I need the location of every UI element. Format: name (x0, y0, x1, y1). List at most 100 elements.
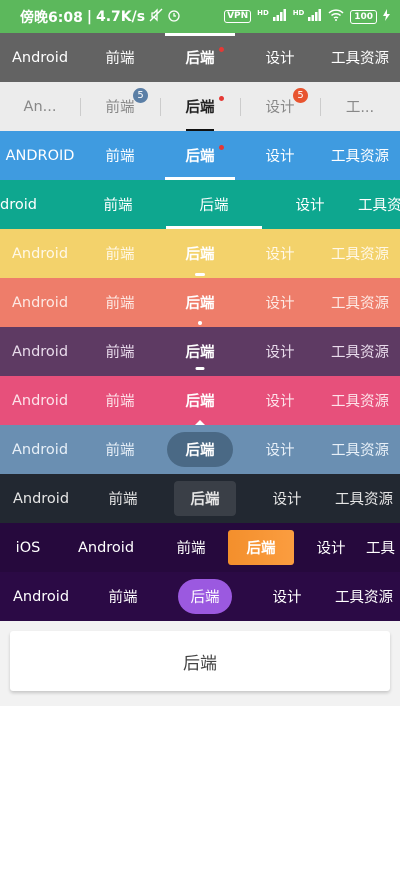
tab-tools[interactable]: 工具资源 (320, 376, 400, 425)
tab-backend[interactable]: 后端 (160, 33, 240, 82)
tab-design[interactable]: 设计 (240, 376, 320, 425)
tab-label: 设计 (265, 247, 295, 263)
tab-backend[interactable]: 后端 (160, 131, 240, 180)
tab-tools[interactable]: 工具资源 (320, 229, 400, 278)
wifi-icon (328, 9, 344, 24)
tab-android[interactable]: An... (0, 82, 80, 131)
tab-tools[interactable]: 工... (320, 82, 400, 131)
tab-android[interactable]: Android (0, 229, 80, 278)
tab-label: 前端 (108, 590, 138, 606)
tab-label: Android (77, 539, 135, 556)
tab-android[interactable]: Android (0, 474, 82, 523)
tab-frontend[interactable]: 前端 (80, 229, 160, 278)
tab-android[interactable]: droid (0, 180, 70, 229)
tab-frontend[interactable]: 前端 (70, 180, 166, 229)
tab-label: 前端 (105, 100, 135, 116)
tab-label: droid (0, 196, 37, 213)
tab-tools[interactable]: 工具资 (358, 180, 400, 229)
tab-label: 前端 (103, 198, 133, 214)
status-bar: 傍晚6:08 | 4.7K/s VPN HD HD 100 (0, 0, 400, 33)
tab-design[interactable]: 设计 (240, 33, 320, 82)
tab-backend[interactable]: 后端 (160, 229, 240, 278)
tab-tools[interactable]: 工具 (366, 523, 400, 572)
tab-label: 后端 (185, 443, 215, 459)
tab-design[interactable]: 设计 (262, 180, 358, 229)
mute-icon (149, 7, 163, 26)
tab-frontend[interactable]: 前端 5 (80, 82, 160, 131)
tab-design[interactable]: 设计 (296, 523, 366, 572)
tab-label: 工具资源 (335, 590, 393, 606)
tab-frontend[interactable]: 前端 (80, 376, 160, 425)
tab-label: 工具资源 (331, 443, 389, 459)
tab-label: 后端 (185, 345, 215, 361)
tab-label: 工具 (366, 541, 395, 557)
tab-backend[interactable]: 后端 (226, 523, 296, 572)
tab-label: 前端 (105, 51, 135, 67)
tab-bar-style-8: Android 前端 后端 设计 工具资源 (0, 376, 400, 425)
tab-tools[interactable]: 工具资源 (328, 572, 400, 621)
tab-design[interactable]: 设计 (240, 327, 320, 376)
tab-frontend[interactable]: 前端 (82, 474, 164, 523)
tab-design[interactable]: 设计 (240, 278, 320, 327)
tab-backend[interactable]: 后端 (160, 425, 240, 474)
tab-design[interactable]: 设计 (240, 425, 320, 474)
status-separator: | (86, 8, 92, 25)
tab-bar-style-1: Android 前端 后端 设计 工具资源 (0, 33, 400, 82)
tab-android[interactable]: Android (0, 572, 82, 621)
tab-backend[interactable]: 后端 (164, 572, 246, 621)
tab-backend[interactable]: 后端 (160, 82, 240, 131)
tab-frontend[interactable]: 前端 (80, 278, 160, 327)
tab-tools[interactable]: 工具资源 (320, 131, 400, 180)
tab-design[interactable]: 设计 (246, 572, 328, 621)
tab-tools[interactable]: 工具资源 (320, 33, 400, 82)
tab-ios[interactable]: iOS (0, 523, 56, 572)
tab-design[interactable]: 设计 (246, 474, 328, 523)
tab-bar-style-9: Android 前端 后端 设计 工具资源 (0, 425, 400, 474)
tab-design[interactable]: 设计 5 (240, 82, 320, 131)
tab-indicator (195, 273, 205, 276)
tab-android[interactable]: Android (0, 327, 80, 376)
tab-android[interactable]: ANDROID (0, 131, 80, 180)
tab-tools[interactable]: 工具资源 (320, 425, 400, 474)
tab-label: 工... (345, 100, 375, 116)
tab-backend[interactable]: 后端 (164, 474, 246, 523)
tab-label: 后端 (185, 100, 215, 116)
tab-frontend[interactable]: 前端 (80, 131, 160, 180)
tab-frontend[interactable]: 前端 (80, 425, 160, 474)
tab-android[interactable]: Android (56, 523, 156, 572)
tab-label: 工具资源 (335, 492, 393, 508)
tab-android[interactable]: Android (0, 425, 80, 474)
status-time: 傍晚6:08 (20, 9, 83, 26)
unread-dot (219, 96, 224, 101)
tab-frontend[interactable]: 前端 (82, 572, 164, 621)
tab-android[interactable]: Android (0, 376, 80, 425)
tab-label: 后端 (185, 296, 215, 312)
tab-design[interactable]: 设计 (240, 131, 320, 180)
tab-android[interactable]: Android (0, 33, 80, 82)
tab-label: 后端 (185, 51, 215, 67)
tab-tools[interactable]: 工具资源 (320, 278, 400, 327)
signal-icon-2: HD (293, 9, 323, 24)
tab-frontend[interactable]: 前端 (80, 327, 160, 376)
tab-backend[interactable]: 后端 (160, 278, 240, 327)
tab-label: 工具资源 (331, 296, 389, 312)
tab-backend[interactable]: 后端 (160, 376, 240, 425)
tab-tools[interactable]: 工具资源 (328, 474, 400, 523)
tab-label: 设计 (295, 198, 325, 214)
tab-label: Android (11, 49, 69, 66)
tab-label: 后端 (185, 247, 215, 263)
tab-android[interactable]: Android (0, 278, 80, 327)
tab-design[interactable]: 设计 (240, 229, 320, 278)
tab-backend[interactable]: 后端 (160, 327, 240, 376)
tab-label: 前端 (105, 345, 135, 361)
tab-frontend[interactable]: 前端 (156, 523, 226, 572)
tab-tools[interactable]: 工具资源 (320, 327, 400, 376)
tab-label: 前端 (105, 149, 135, 165)
tab-backend[interactable]: 后端 (166, 180, 262, 229)
tab-label: iOS (15, 539, 41, 556)
alarm-icon (167, 8, 181, 26)
tab-label: 设计 (316, 541, 346, 557)
tab-frontend[interactable]: 前端 (80, 33, 160, 82)
tab-label: 设计 (265, 149, 295, 165)
unread-dot (219, 47, 224, 52)
